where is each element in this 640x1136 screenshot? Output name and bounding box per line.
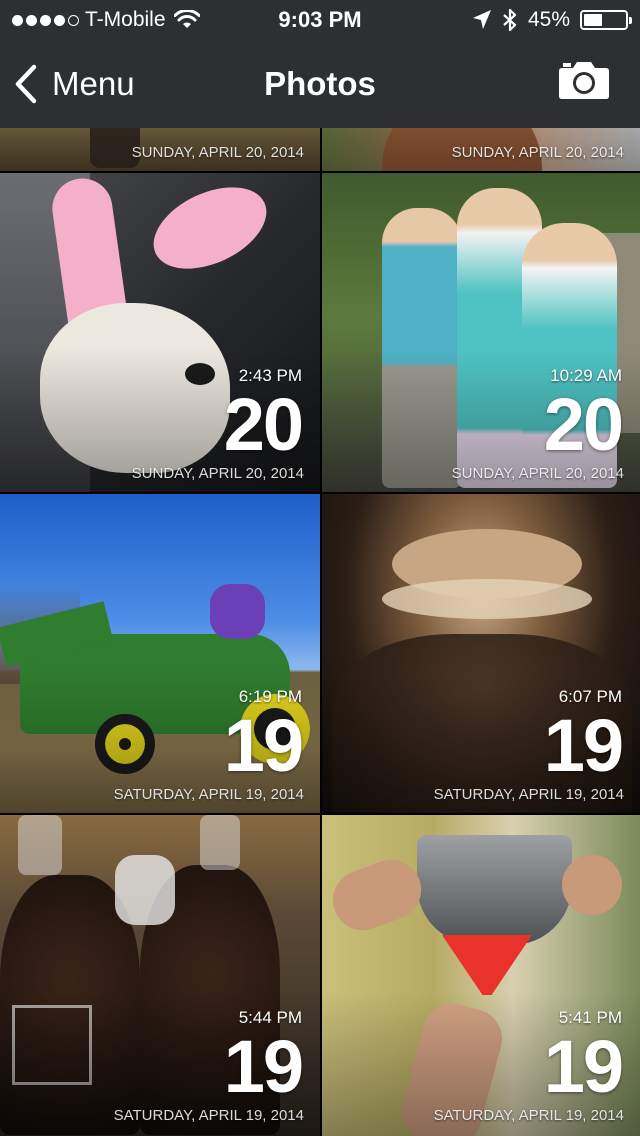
photo-tile[interactable]: SUNDAY, APRIL 20, 2014 [0,128,320,171]
photo-day: 20 [223,383,304,466]
photo-date: SUNDAY, APRIL 20, 2014 [451,465,624,482]
signal-strength-icon [12,14,79,26]
photo-tile[interactable]: 10:29 AM 20 SUNDAY, APRIL 20, 2014 [322,173,640,492]
photo-date: SUNDAY, APRIL 20, 2014 [131,144,304,161]
bluetooth-icon [503,8,517,32]
photo-tile[interactable]: SUNDAY, APRIL 20, 2014 [322,128,640,171]
photo-date: SUNDAY, APRIL 20, 2014 [131,465,304,482]
photo-tile[interactable]: 6:19 PM 19 SATURDAY, APRIL 19, 2014 [0,494,320,813]
navigation-bar: Menu Photos [0,40,640,128]
photo-date: SATURDAY, APRIL 19, 2014 [433,786,624,803]
photo-grid: SUNDAY, APRIL 20, 2014 SUNDAY, APRIL 20,… [0,128,640,1136]
photo-date: SATURDAY, APRIL 19, 2014 [433,1107,624,1124]
status-bar: T-Mobile 9:03 PM 45% [0,0,640,40]
wifi-icon [173,10,200,28]
photo-tile[interactable]: 5:41 PM 19 SATURDAY, APRIL 19, 2014 [322,815,640,1136]
battery-icon [580,10,632,30]
photo-day: 19 [543,1025,624,1108]
photo-date: SATURDAY, APRIL 19, 2014 [113,1107,304,1124]
photo-tile[interactable]: 2:43 PM 20 SUNDAY, APRIL 20, 2014 [0,173,320,492]
chevron-left-icon [15,64,37,104]
carrier-name: T-Mobile [85,8,166,31]
photo-day: 19 [223,1025,304,1108]
menu-back-label: Menu [52,65,135,102]
photo-tile[interactable]: 6:07 PM 19 SATURDAY, APRIL 19, 2014 [322,494,640,813]
battery-percent: 45% [527,8,570,31]
photo-tile[interactable]: 5:44 PM 19 SATURDAY, APRIL 19, 2014 [0,815,320,1136]
camera-icon[interactable] [558,60,610,100]
photo-day: 20 [543,383,624,466]
photo-day: 19 [223,704,304,787]
photo-date: SATURDAY, APRIL 19, 2014 [113,786,304,803]
photo-date: SUNDAY, APRIL 20, 2014 [451,144,624,161]
menu-back-button[interactable]: Menu [14,54,135,114]
location-arrow-icon [472,10,491,29]
photo-day: 19 [543,704,624,787]
